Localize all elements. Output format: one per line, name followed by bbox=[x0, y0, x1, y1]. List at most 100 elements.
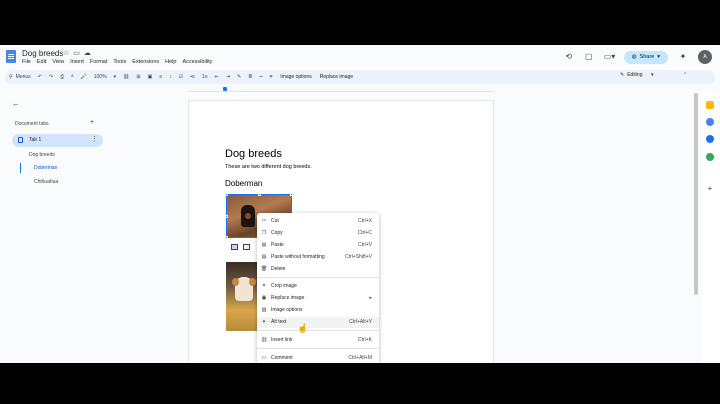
comment-icon: ▭ bbox=[261, 355, 267, 361]
menu-item-alt-text[interactable]: ✦ Alt text Ctrl+Alt+Y bbox=[257, 317, 379, 328]
add-comment-icon[interactable]: ⊞ bbox=[136, 74, 140, 80]
menu-item-copy[interactable]: ❐ Copy Ctrl+C bbox=[257, 228, 379, 239]
meet-icon[interactable]: ▭▾ bbox=[604, 52, 616, 62]
image-options-button[interactable]: Image options bbox=[280, 74, 311, 80]
menu-insert[interactable]: Insert bbox=[70, 59, 84, 65]
resize-handle[interactable] bbox=[258, 193, 261, 196]
add-addon-icon[interactable]: + bbox=[706, 185, 714, 193]
horizontal-ruler[interactable] bbox=[188, 87, 494, 92]
page-heading[interactable]: Dog breeds bbox=[225, 148, 282, 160]
share-label: Share bbox=[639, 53, 655, 60]
document-title[interactable]: Dog breeds bbox=[22, 49, 63, 58]
bulleted-list-icon[interactable]: •≡ bbox=[190, 74, 195, 80]
menu-help[interactable]: Help bbox=[165, 59, 176, 65]
gemini-icon[interactable]: ✦ bbox=[678, 52, 688, 62]
comments-icon[interactable]: ▢ bbox=[584, 52, 594, 62]
page-subheading[interactable]: Doberman bbox=[225, 179, 262, 188]
menu-item-insert-link[interactable]: ⛓ Insert link Ctrl+K bbox=[257, 335, 379, 346]
docs-app: Dog breeds ☆▭☁ File Edit View Insert For… bbox=[0, 45, 720, 363]
outline-item-doberman[interactable]: Doberman bbox=[34, 165, 57, 171]
menu-edit[interactable]: Edit bbox=[37, 59, 46, 65]
link-icon[interactable]: ⛓ bbox=[123, 74, 129, 80]
increase-indent-icon[interactable]: ⇥ bbox=[226, 74, 230, 80]
crop-icon[interactable]: ⌗ bbox=[269, 74, 272, 80]
checklist-icon[interactable]: ☑ bbox=[179, 74, 183, 80]
menu-item-paste[interactable]: ▤ Paste Ctrl+V bbox=[257, 240, 379, 251]
collapse-toolbar-icon[interactable]: ⌃ bbox=[683, 72, 687, 78]
page-paragraph[interactable]: These are two different dog breeds. bbox=[225, 164, 312, 170]
vertical-scrollbar[interactable] bbox=[694, 93, 698, 295]
redo-icon[interactable]: ↷ bbox=[49, 74, 53, 80]
menu-item-cut[interactable]: ✂ Cut Ctrl+X bbox=[257, 216, 379, 227]
paint-format-icon[interactable]: 🖌 bbox=[80, 74, 86, 80]
contacts-icon[interactable] bbox=[706, 135, 714, 143]
cloud-status-icon[interactable]: ☁ bbox=[84, 50, 95, 57]
wrap-inline-icon[interactable] bbox=[231, 244, 238, 250]
outline-item-dog-breeds[interactable]: Dog breeds bbox=[29, 152, 55, 158]
chihuahua-image[interactable] bbox=[226, 262, 260, 331]
menu-item-paste-plain[interactable]: ▤ Paste without formatting Ctrl+Shift+V bbox=[257, 252, 379, 263]
menu-tools[interactable]: Tools bbox=[113, 59, 126, 65]
share-button[interactable]: ◍ Share ▾ bbox=[623, 50, 668, 64]
more-vert-icon[interactable]: ⋮ bbox=[91, 135, 98, 143]
pen-icon[interactable]: ✎ bbox=[237, 74, 241, 80]
menu-item-delete[interactable]: 🗑 Delete bbox=[257, 264, 379, 275]
resize-handle[interactable] bbox=[225, 193, 228, 196]
header-actions: ⟲ ▢ ▭▾ ◍ Share ▾ ✦ A bbox=[564, 50, 712, 64]
menu-item-crop-image[interactable]: ⌗ Crop image bbox=[257, 281, 379, 292]
indent-marker-icon[interactable] bbox=[223, 87, 227, 91]
maps-icon[interactable] bbox=[706, 153, 714, 161]
move-folder-icon[interactable]: ▭ bbox=[73, 50, 84, 57]
menu-separator bbox=[257, 330, 379, 331]
menu-format[interactable]: Format bbox=[90, 59, 107, 65]
history-icon[interactable]: ⟲ bbox=[564, 52, 574, 62]
menu-item-shortcut: Ctrl+Alt+M bbox=[348, 355, 372, 361]
editing-mode-label: Editing bbox=[627, 72, 643, 78]
menu-item-comment[interactable]: ▭ Comment Ctrl+Alt+M bbox=[257, 353, 379, 363]
outline-item-chihuahua[interactable]: Chihuahua bbox=[34, 179, 58, 185]
copy-icon: ❐ bbox=[261, 230, 267, 236]
spellcheck-icon[interactable]: ᴬ bbox=[71, 74, 73, 80]
add-tab-icon[interactable]: + bbox=[90, 119, 94, 126]
undo-icon[interactable]: ↶ bbox=[38, 74, 42, 80]
menu-file[interactable]: File bbox=[22, 59, 31, 65]
menu-item-label: Comment bbox=[271, 355, 293, 361]
resize-handle[interactable] bbox=[225, 215, 228, 218]
menu-accessibility[interactable]: Accessibility bbox=[182, 59, 212, 65]
decrease-indent-icon[interactable]: ⇤ bbox=[215, 74, 219, 80]
menu-item-image-options[interactable]: ▧ Image options bbox=[257, 305, 379, 316]
line-spacing-icon[interactable]: ↕ bbox=[169, 74, 172, 80]
menus-search[interactable]: ⚲ Menus bbox=[9, 74, 31, 80]
border-width-icon[interactable]: ≣ bbox=[248, 74, 252, 80]
menu-extensions[interactable]: Extensions bbox=[132, 59, 159, 65]
replace-image-button[interactable]: Replace image bbox=[320, 74, 353, 80]
zoom-select[interactable]: 100% bbox=[94, 74, 107, 80]
numbered-list-icon[interactable]: 1≡ bbox=[202, 74, 208, 80]
print-icon[interactable]: ⎙ bbox=[60, 74, 64, 80]
back-arrow-icon[interactable]: ← bbox=[12, 99, 20, 108]
keep-icon[interactable] bbox=[706, 101, 714, 109]
submenu-arrow-icon: ▸ bbox=[369, 295, 372, 301]
sidebar-tab-1[interactable]: Tab 1 ⋮ bbox=[12, 134, 103, 147]
menu-item-label: Image options bbox=[271, 307, 303, 313]
avatar[interactable]: A bbox=[698, 50, 712, 64]
resize-handle[interactable] bbox=[290, 193, 293, 196]
docs-logo-icon[interactable] bbox=[6, 50, 16, 63]
menu-item-replace-image[interactable]: ▣ Replace image ▸ bbox=[257, 293, 379, 304]
menu-view[interactable]: View bbox=[52, 59, 64, 65]
wrap-text-icon[interactable] bbox=[243, 244, 250, 250]
side-panel-rail: + bbox=[702, 93, 720, 363]
insert-image-icon[interactable]: ▣ bbox=[148, 74, 153, 80]
globe-icon: ◍ bbox=[631, 53, 637, 60]
menu-item-label: Delete bbox=[271, 266, 286, 272]
resize-handle[interactable] bbox=[225, 236, 228, 239]
tab-icon bbox=[18, 137, 23, 143]
menu-item-shortcut: Ctrl+V bbox=[357, 242, 372, 248]
tasks-icon[interactable] bbox=[706, 118, 714, 126]
border-dash-icon[interactable]: ┅ bbox=[259, 74, 262, 80]
align-icon[interactable]: ≡ bbox=[159, 74, 162, 80]
doberman-figure bbox=[241, 205, 255, 227]
star-icon[interactable]: ☆ bbox=[63, 50, 73, 57]
outline-current-marker bbox=[20, 163, 21, 173]
editing-mode-select[interactable]: ✎ Editing ▾ bbox=[620, 72, 654, 78]
